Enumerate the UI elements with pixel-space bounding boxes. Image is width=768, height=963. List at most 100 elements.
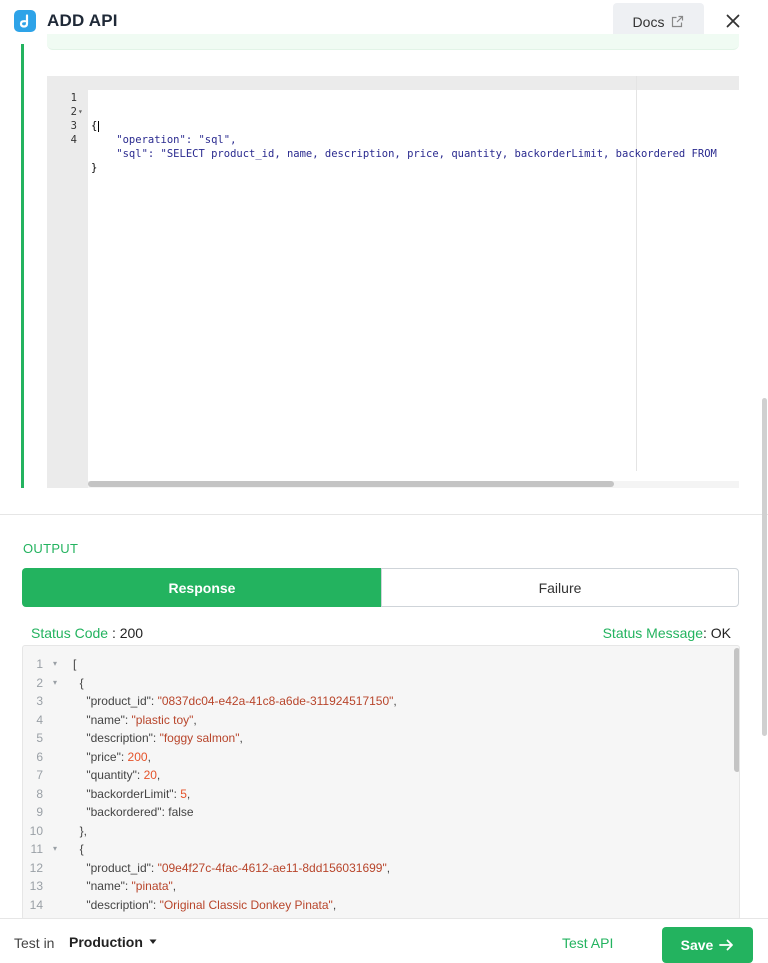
code-text: { [91, 120, 100, 132]
editor-horizontal-scrollbar[interactable] [88, 481, 739, 488]
line-number: 13 [29, 879, 43, 893]
fold-toggle-icon[interactable]: ▾ [53, 674, 57, 692]
code-token: : [120, 749, 128, 764]
code-token: : [150, 694, 158, 708]
fold-toggle-icon[interactable]: ▾ [53, 840, 57, 858]
code-token: "backorderLimit" [73, 786, 174, 801]
code-text: [ [73, 655, 76, 673]
line-number: 1 [36, 657, 43, 671]
code-token: "quantity" [73, 768, 137, 782]
code-token: , [332, 897, 337, 912]
arrow-right-icon [719, 939, 734, 951]
code-token: : [152, 731, 160, 745]
line-number: 14 [29, 897, 43, 912]
editor-line[interactable]: 1 ▾ { [47, 77, 100, 132]
code-token: , [172, 879, 177, 893]
editor-print-margin [636, 76, 637, 471]
code-token: [ [73, 657, 77, 671]
code-text: }, [73, 822, 87, 840]
text-cursor [98, 120, 100, 132]
line-number: 2 [36, 675, 43, 690]
code-token: , [386, 860, 391, 875]
line-number: 9 [36, 805, 43, 819]
line-number: 10 [29, 823, 43, 838]
section-accent-border [21, 44, 24, 488]
editor-line[interactable]: 3 "sql": "SELECT product_id, name, descr… [47, 105, 717, 160]
test-api-button[interactable]: Test API [562, 935, 613, 951]
code-text: { [73, 674, 84, 692]
code-text: "product_id": "09e4f27c-4fac-4612-ae11-8… [73, 859, 390, 877]
editor-line[interactable]: 4 } [47, 119, 98, 174]
code-token: , [393, 694, 397, 708]
footer: Test in Production Test API Save [0, 918, 768, 963]
code-token: "name" [73, 712, 125, 727]
code-token: 200 [127, 749, 148, 764]
code-token: "price" [73, 749, 121, 764]
code-token: : [124, 879, 132, 893]
code-text: "description": "foggy salmon", [73, 729, 243, 747]
code-text: "backorderLimit": 5, [73, 785, 190, 803]
code-text: } [91, 162, 98, 174]
environment-select[interactable]: Production [69, 934, 157, 950]
line-number: 8 [36, 786, 43, 801]
code-token: "description" [73, 731, 153, 745]
status-message-value: OK [710, 625, 731, 641]
code-token: , [239, 731, 243, 745]
page-title: ADD API [47, 11, 118, 30]
environment-value: Production [69, 934, 143, 950]
code-token: "pinata" [131, 879, 173, 893]
line-number: 11 [30, 842, 43, 856]
code-text: { [73, 840, 84, 858]
line-number: 3 [36, 694, 43, 708]
fold-toggle-icon[interactable]: ▾ [78, 105, 86, 119]
code-token: "backordered" [73, 805, 162, 819]
response-viewer[interactable]: 1 5 "price": 2 4, 14 "description": "Origin… [22, 645, 740, 920]
code-token: , [156, 768, 161, 782]
code-token: "09e4f27c-4fac-4612-ae11-8dd156031699" [157, 860, 387, 875]
status-message-label: Status Message [602, 625, 703, 641]
line-number: 7 [36, 768, 43, 782]
close-button[interactable] [720, 8, 746, 34]
code-token: "description" [73, 897, 153, 912]
tab-response[interactable]: Response [22, 568, 382, 607]
tab-failure[interactable]: Failure [381, 568, 739, 607]
code-text: "description": "Original Classic Donkey … [73, 896, 336, 914]
code-token: false [168, 805, 194, 819]
close-icon [726, 14, 740, 28]
code-token: "plastic toy" [131, 712, 194, 727]
caret-down-icon [149, 939, 157, 944]
code-token: "foggy salmon" [159, 731, 240, 745]
success-banner-strip [47, 34, 739, 50]
external-link-icon [672, 15, 684, 28]
line-number: 12 [29, 860, 43, 875]
code-token: "product_id" [73, 694, 151, 708]
code-text: "product_id": "0837dc04-e42a-41c8-a6de-3… [73, 692, 397, 710]
code-token: , [193, 712, 197, 727]
code-text: "price": 200, [73, 748, 151, 766]
editor-scroll-thumb[interactable] [88, 481, 614, 487]
app-logo-icon [14, 10, 36, 32]
line-number: 5 [36, 731, 43, 745]
section-divider [0, 514, 768, 515]
code-token: 20 [143, 768, 157, 782]
code-token: "product_id" [73, 860, 151, 875]
code-token: }, [73, 823, 88, 838]
fold-toggle-icon[interactable]: ▾ [53, 655, 57, 673]
status-code-value: 200 [119, 625, 144, 641]
request-body-editor[interactable]: 1 ▾ { 2 "operation": "sql", 3 "sql": "SE… [47, 76, 739, 488]
status-message: Status Message: OK [602, 625, 731, 641]
code-text: "sql": "SELECT product_id, name, descrip… [91, 148, 717, 160]
code-token: : [136, 768, 144, 782]
code-text: "name": "pinata", [73, 877, 176, 895]
code-token: { [73, 675, 84, 690]
output-heading: OUTPUT [23, 541, 79, 556]
save-button[interactable]: Save [662, 927, 753, 963]
code-text: "operation": "sql", [91, 134, 237, 146]
line-number: 4 [70, 134, 77, 146]
response-scrollbar[interactable] [734, 648, 739, 772]
page-scrollbar[interactable] [762, 398, 767, 736]
code-text: "quantity": 20, [73, 766, 160, 784]
editor-line[interactable]: 2 "operation": "sql", [47, 91, 237, 146]
status-code: Status Code : 200 [31, 625, 144, 641]
line-number: 4 [36, 712, 43, 727]
